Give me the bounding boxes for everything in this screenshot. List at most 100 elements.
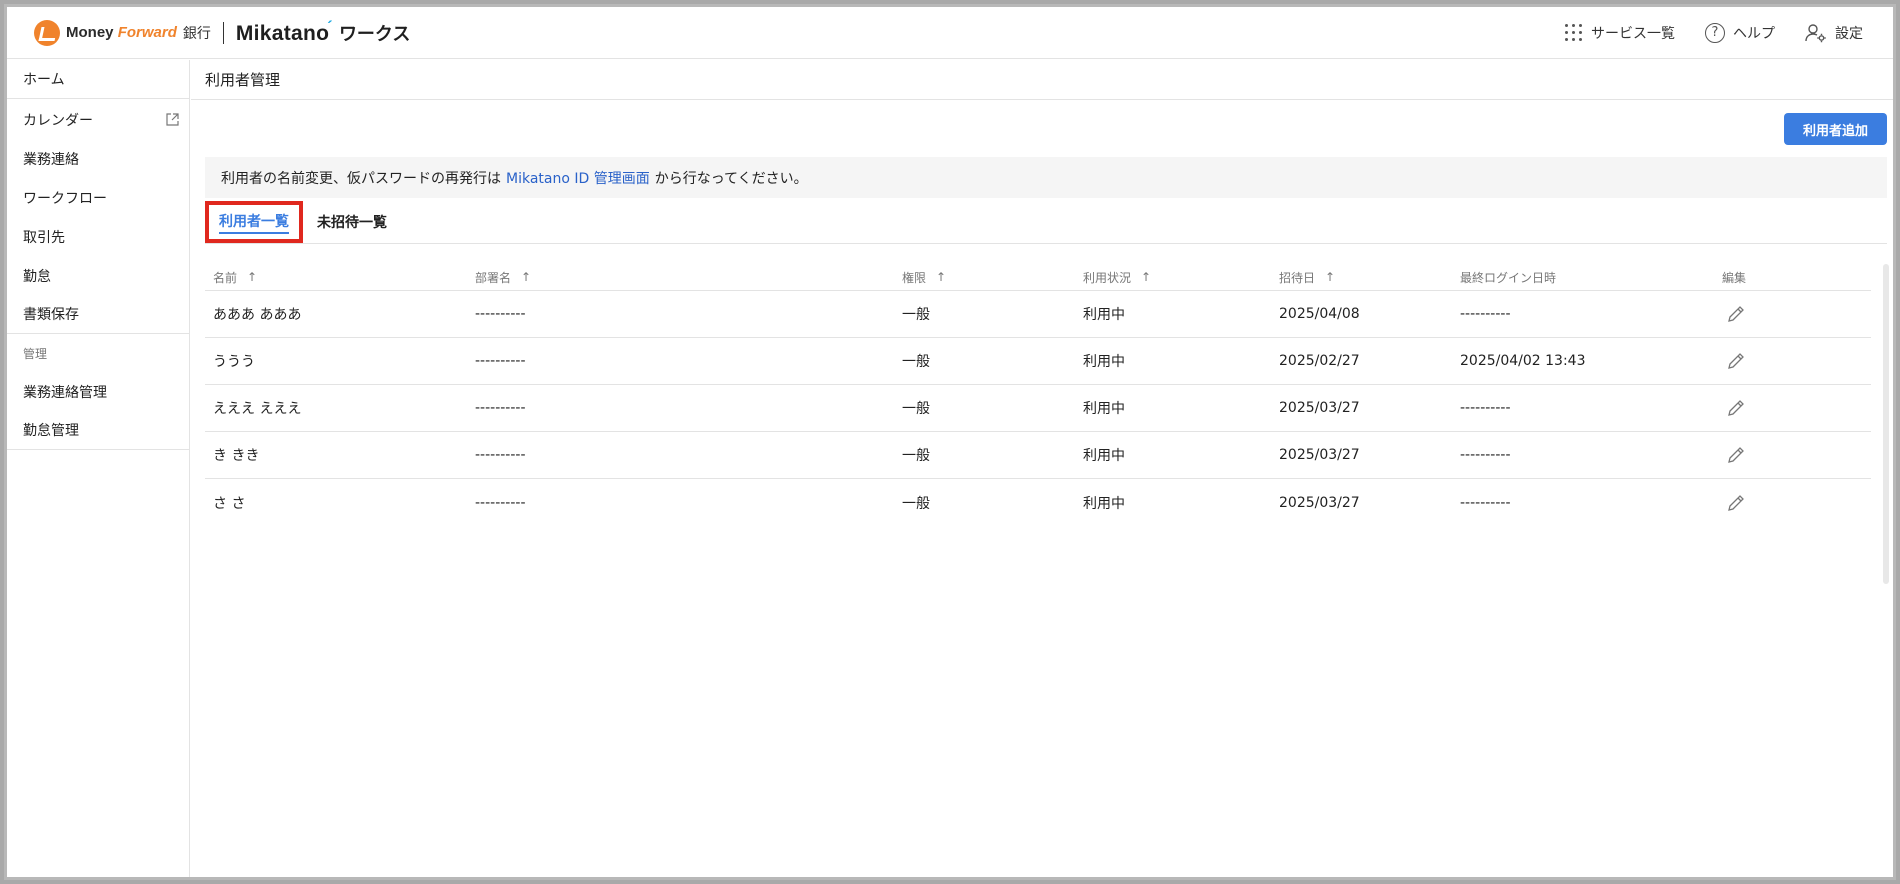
sort-arrow-icon: ↑ — [521, 270, 532, 284]
cell-role: 一般 — [902, 495, 930, 512]
cell-status: 利用中 — [1083, 448, 1125, 464]
services-label: サービス一覧 — [1591, 26, 1675, 42]
sort-arrow-icon: ↑ — [1141, 270, 1152, 284]
sort-arrow-icon: ↑ — [1325, 270, 1336, 284]
cell-invited: 2025/03/27 — [1279, 494, 1360, 511]
pencil-icon[interactable] — [1726, 493, 1746, 513]
cell-role: 一般 — [902, 401, 930, 417]
sidebar-item-clients[interactable]: 取引先 — [7, 217, 189, 256]
grid-icon — [1565, 24, 1583, 42]
table-header: 名前 ↑ 部署名 ↑ 権限 ↑ 利用状況 ↑ 招待日 ↑ 最終ログイン日時 編集 — [205, 264, 1871, 291]
user-settings-icon — [1805, 24, 1826, 43]
pencil-icon[interactable] — [1726, 304, 1746, 324]
cell-invited: 2025/04/08 — [1279, 306, 1360, 322]
column-header-edit: 編集 — [1722, 270, 1747, 285]
cell-last-login: ---------- — [1460, 400, 1511, 416]
table-scrollbar[interactable] — [1883, 264, 1889, 584]
column-header-status[interactable]: 利用状況 ↑ — [1075, 269, 1271, 286]
sidebar-item-label: ワークフロー — [23, 190, 107, 207]
app-window: Money Forward 銀行 Mikatano´ ワークス サービス一覧 ?… — [4, 4, 1896, 880]
sidebar-item-documents[interactable]: 書類保存 — [7, 295, 189, 334]
top-header: Money Forward 銀行 Mikatano´ ワークス サービス一覧 ?… — [7, 7, 1893, 59]
help-menu[interactable]: ? ヘルプ — [1705, 23, 1775, 43]
notice-text-after: から行なってください。 — [654, 170, 808, 187]
cell-department: ---------- — [475, 494, 526, 511]
brand-name: Money Forward — [66, 24, 177, 41]
table-row: さ さ ---------- 一般 利用中 2025/03/27 -------… — [205, 479, 1871, 526]
sidebar-item-business-notice[interactable]: 業務連絡 — [7, 139, 189, 178]
pencil-icon[interactable] — [1726, 351, 1746, 371]
settings-menu[interactable]: 設定 — [1805, 23, 1863, 43]
notice-banner: 利用者の名前変更、仮パスワードの再発行は Mikatano ID 管理画面 から… — [205, 157, 1887, 198]
table-row: えええ えええ ---------- 一般 利用中 2025/03/27 ---… — [205, 385, 1871, 432]
cell-department: ---------- — [475, 400, 526, 416]
add-user-button[interactable]: 利用者追加 — [1784, 113, 1887, 145]
column-header-invited[interactable]: 招待日 ↑ — [1271, 269, 1452, 286]
sort-arrow-icon: ↑ — [247, 270, 258, 284]
services-menu[interactable]: サービス一覧 — [1565, 23, 1675, 43]
cell-role: 一般 — [902, 307, 930, 323]
external-link-icon — [166, 113, 179, 126]
column-header-role[interactable]: 権限 ↑ — [894, 269, 1075, 286]
tab-bar: 利用者一覧 未招待一覧 — [205, 200, 1887, 244]
column-header-name[interactable]: 名前 ↑ — [205, 269, 467, 286]
sidebar-item-label: 業務連絡 — [23, 151, 79, 168]
cell-name: さ さ — [213, 495, 246, 512]
cell-invited: 2025/03/27 — [1279, 447, 1360, 463]
cell-status: 利用中 — [1083, 495, 1125, 512]
user-table: 名前 ↑ 部署名 ↑ 権限 ↑ 利用状況 ↑ 招待日 ↑ 最終ログイン日時 編集 あああ … — [205, 264, 1871, 526]
cell-invited: 2025/02/27 — [1279, 353, 1360, 369]
sidebar-item-home[interactable]: ホーム — [7, 60, 189, 99]
table-row: あああ あああ ---------- 一般 利用中 2025/04/08 ---… — [205, 291, 1871, 338]
sidebar-item-attendance-admin[interactable]: 勤怠管理 — [7, 411, 189, 450]
mikatano-id-link[interactable]: Mikatano ID 管理画面 — [506, 168, 650, 188]
sidebar-item-business-notice-admin[interactable]: 業務連絡管理 — [7, 372, 189, 411]
tab-user-list[interactable]: 利用者一覧 — [205, 201, 303, 243]
sidebar-item-attendance[interactable]: 勤怠 — [7, 256, 189, 295]
cell-department: ---------- — [475, 447, 526, 463]
settings-label: 設定 — [1835, 26, 1863, 42]
pencil-icon[interactable] — [1726, 445, 1746, 465]
sidebar-item-label: ホーム — [23, 72, 65, 88]
cell-status: 利用中 — [1083, 354, 1125, 370]
logo[interactable]: Money Forward 銀行 Mikatano´ ワークス — [34, 19, 410, 46]
tab-uninvited-list[interactable]: 未招待一覧 — [309, 201, 395, 243]
sidebar-item-workflow[interactable]: ワークフロー — [7, 178, 189, 217]
notice-text: 利用者の名前変更、仮パスワードの再発行は — [221, 170, 501, 187]
sidebar-item-calendar[interactable]: カレンダー — [7, 100, 189, 139]
cell-last-login: ---------- — [1460, 494, 1511, 511]
cell-last-login: 2025/04/02 13:43 — [1460, 353, 1586, 369]
cell-status: 利用中 — [1083, 401, 1125, 417]
product-name: Mikatano´ — [235, 19, 333, 45]
cell-last-login: ---------- — [1460, 306, 1511, 322]
table-row: ううう ---------- 一般 利用中 2025/02/27 2025/04… — [205, 338, 1871, 385]
pencil-icon[interactable] — [1726, 398, 1746, 418]
cell-name: えええ えええ — [213, 401, 302, 417]
moneyforward-logo-icon — [34, 19, 60, 46]
cell-name: あああ あああ — [213, 307, 302, 323]
logo-divider — [222, 21, 224, 44]
sidebar-section-admin: 管理 — [23, 346, 48, 361]
sidebar: ホーム カレンダー 業務連絡 ワークフロー 取引先 勤怠 書類保存 管理 業務連… — [7, 60, 190, 877]
cell-status: 利用中 — [1083, 307, 1125, 323]
sort-arrow-icon: ↑ — [936, 270, 947, 284]
cell-name: き きき — [213, 448, 260, 464]
sidebar-item-label: 書類保存 — [23, 307, 79, 323]
help-icon: ? — [1705, 23, 1725, 43]
sidebar-item-label: カレンダー — [23, 112, 93, 129]
sidebar-item-label: 取引先 — [23, 229, 65, 246]
help-label: ヘルプ — [1733, 26, 1775, 42]
column-header-department[interactable]: 部署名 ↑ — [467, 269, 894, 286]
column-header-last-login: 最終ログイン日時 — [1460, 270, 1557, 285]
sidebar-item-label: 勤怠管理 — [23, 423, 79, 439]
cell-department: ---------- — [475, 353, 526, 369]
cell-role: 一般 — [902, 448, 930, 464]
cell-department: ---------- — [475, 306, 526, 322]
table-row: き きき ---------- 一般 利用中 2025/03/27 ------… — [205, 432, 1871, 479]
sidebar-item-label: 業務連絡管理 — [23, 384, 107, 401]
cell-last-login: ---------- — [1460, 447, 1511, 463]
cell-invited: 2025/03/27 — [1279, 400, 1360, 416]
cell-name: ううう — [213, 354, 255, 370]
cell-role: 一般 — [902, 354, 930, 370]
main-content: 利用者管理 利用者追加 利用者の名前変更、仮パスワードの再発行は Mikatan… — [191, 60, 1893, 877]
